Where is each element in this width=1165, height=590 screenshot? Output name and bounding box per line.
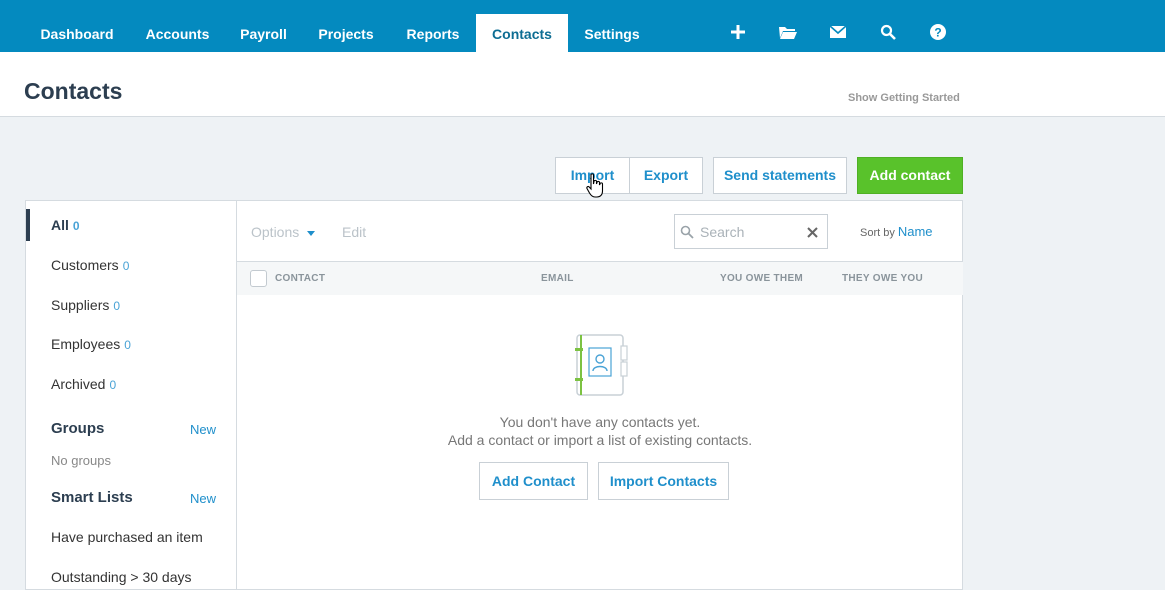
hand-cursor-icon [586, 173, 604, 198]
tab-payroll[interactable]: Payroll [225, 14, 302, 52]
no-groups-text: No groups [51, 453, 111, 468]
empty-message-line1: You don't have any contacts yet. [499, 414, 701, 430]
sort-by-control: Sort by Name [860, 224, 933, 239]
page-title: Contacts [24, 78, 123, 104]
smart-list-item[interactable]: Outstanding > 30 days [51, 569, 192, 585]
search-icon [680, 225, 694, 239]
tab-settings[interactable]: Settings [568, 14, 656, 52]
tab-dashboard[interactable]: Dashboard [24, 14, 130, 52]
edit-button[interactable]: Edit [342, 224, 366, 240]
sidebar-item-customers[interactable]: Customers 0 [51, 257, 129, 273]
export-button[interactable]: Export [629, 157, 703, 194]
column-email[interactable]: EMAIL [541, 273, 574, 284]
folder-icon[interactable] [778, 22, 798, 42]
smart-list-item[interactable]: Have purchased an item [51, 529, 203, 545]
column-contact[interactable]: CONTACT [275, 273, 325, 284]
groups-heading: Groups [51, 420, 105, 437]
plus-icon[interactable] [728, 22, 748, 42]
new-smart-list-link[interactable]: New [190, 491, 216, 506]
list-toolbar: Options Edit Sort byName [237, 201, 963, 262]
column-they-owe-you[interactable]: THEY OWE YOU [842, 273, 923, 284]
new-group-link[interactable]: New [190, 422, 216, 437]
sidebar-item-suppliers[interactable]: Suppliers 0 [51, 297, 120, 313]
tab-contacts[interactable]: Contacts [476, 14, 568, 52]
show-getting-started-link[interactable]: Show Getting Started [848, 92, 960, 104]
page-header: Contacts Show Getting Started [0, 52, 1165, 117]
column-header: CONTACT EMAIL YOU OWE THEM THEY OWE YOU [237, 262, 963, 295]
sidebar-item-all[interactable]: All 0 [51, 217, 80, 233]
add-contact-button[interactable]: Add contact [857, 157, 963, 194]
svg-text:?: ? [934, 26, 941, 40]
tab-reports[interactable]: Reports [390, 14, 476, 52]
options-dropdown[interactable]: Options [251, 224, 316, 240]
select-all-checkbox[interactable] [250, 270, 267, 287]
sidebar: All 0 Customers 0 Suppliers 0 Employees 0 Ar… [26, 201, 237, 589]
empty-add-contact-button[interactable]: Add Contact [479, 462, 588, 500]
contacts-main: Options Edit Sort byName CONTACT EMAIL Y… [237, 201, 963, 589]
active-indicator [26, 209, 30, 241]
tab-projects[interactable]: Projects [302, 14, 390, 52]
sidebar-item-archived[interactable]: Archived 0 [51, 376, 116, 392]
smart-lists-heading: Smart Lists [51, 489, 133, 506]
contacts-panel: All 0 Customers 0 Suppliers 0 Employees 0 Ar… [25, 200, 963, 590]
import-contacts-button[interactable]: Import Contacts [598, 462, 729, 500]
sidebar-item-employees[interactable]: Employees 0 [51, 336, 131, 352]
sort-field-link[interactable]: Name [898, 224, 933, 239]
search-box [674, 214, 828, 249]
help-icon[interactable]: ? [928, 22, 948, 42]
mail-icon[interactable] [828, 22, 848, 42]
send-statements-button[interactable]: Send statements [713, 157, 847, 194]
caret-down-icon [307, 230, 316, 236]
column-you-owe-them[interactable]: YOU OWE THEM [720, 273, 803, 284]
clear-icon[interactable] [807, 227, 818, 238]
address-book-icon [575, 334, 628, 396]
tab-accounts[interactable]: Accounts [130, 14, 225, 52]
top-nav: Dashboard Accounts Payroll Projects Repo… [0, 0, 1165, 52]
search-input[interactable] [700, 221, 800, 243]
empty-message-line2: Add a contact or import a list of existi… [447, 432, 753, 448]
search-icon[interactable] [878, 22, 898, 42]
